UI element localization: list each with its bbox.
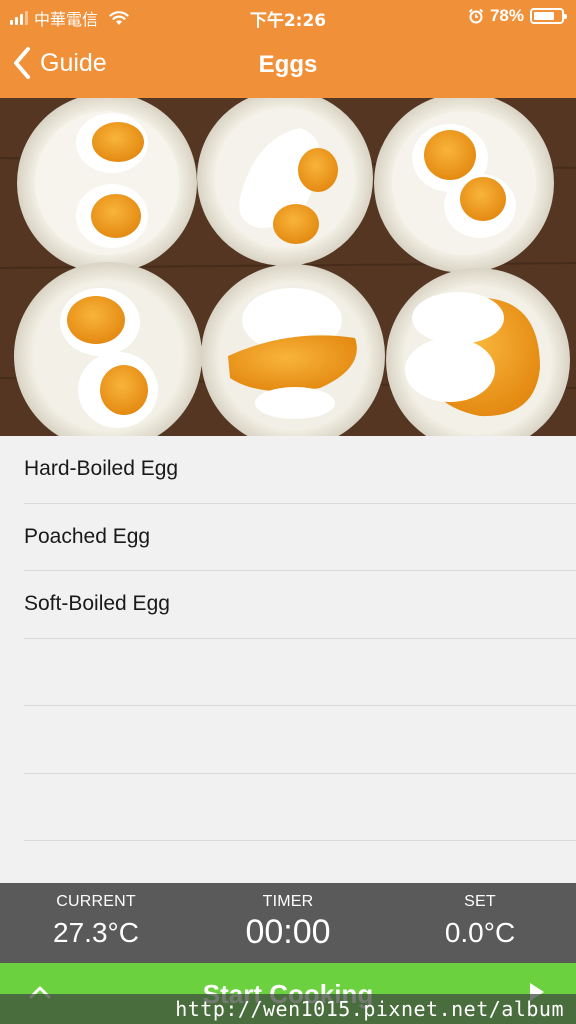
hero-image (0, 98, 576, 436)
list-item-empty (24, 706, 576, 774)
list-item-soft-boiled-egg[interactable]: Soft-Boiled Egg (24, 571, 576, 639)
battery-icon (530, 8, 567, 24)
current-value: 27.3°C (53, 917, 139, 948)
timer-value: 00:00 (245, 913, 331, 951)
status-right: 78% (468, 6, 567, 26)
list-item-poached-egg[interactable]: Poached Egg (24, 504, 576, 571)
set-value: 0.0°C (444, 917, 516, 948)
status-panel: CURRENT 27.3°C TIMER 00:00 SET 0.0°C (0, 883, 576, 963)
battery-fill (534, 12, 555, 20)
battery-percent: 78% (489, 6, 524, 25)
back-label: Guide (40, 48, 107, 77)
status-bar: 中華電信 下午2:26 78% (0, 0, 576, 32)
back-button[interactable]: Guide (12, 46, 107, 80)
set-temp-stat[interactable]: SET 0.0°C (384, 883, 576, 963)
watermark-text: http://wen1015.pixnet.net/album (175, 997, 564, 1021)
watermark: http://wen1015.pixnet.net/album (0, 994, 576, 1024)
list-item-empty (24, 639, 576, 706)
eggs-photo (0, 98, 576, 436)
list-item-empty (24, 774, 576, 841)
alarm-icon (468, 8, 484, 24)
app-header: 中華電信 下午2:26 78% Guide Eggs (0, 0, 576, 98)
chevron-left-icon (14, 47, 30, 79)
recipe-list: Hard-Boiled Egg Poached Egg Soft-Boiled … (0, 436, 576, 841)
timer-label: TIMER (262, 893, 314, 910)
nav-bar: Guide Eggs (0, 32, 576, 98)
list-item-hard-boiled-egg[interactable]: Hard-Boiled Egg (24, 436, 576, 504)
current-temp-stat: CURRENT 27.3°C (0, 883, 192, 963)
set-label: SET (464, 893, 496, 910)
current-label: CURRENT (56, 893, 136, 910)
timer-stat[interactable]: TIMER 00:00 (192, 883, 384, 963)
